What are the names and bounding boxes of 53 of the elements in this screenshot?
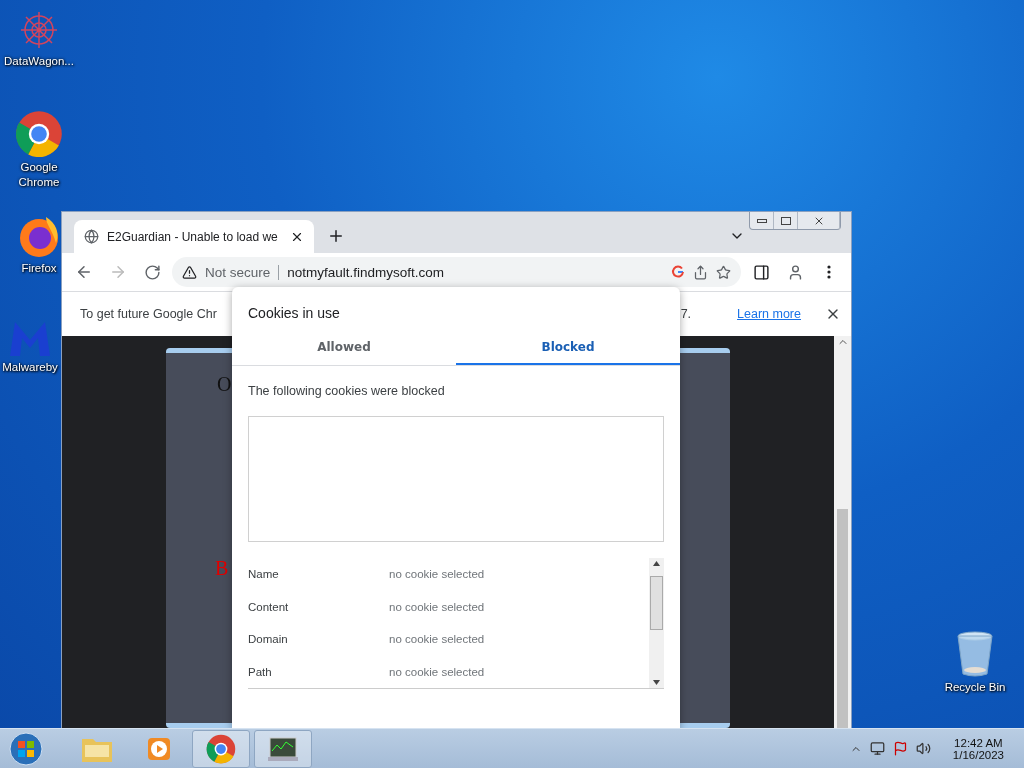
volume-icon[interactable] — [915, 741, 931, 756]
bookmark-star-icon[interactable] — [716, 264, 731, 280]
scroll-up-icon[interactable] — [653, 561, 660, 566]
chrome-logo-icon — [15, 110, 63, 158]
detail-label: Path — [248, 665, 273, 678]
side-panel-icon — [752, 263, 770, 281]
maximize-icon — [780, 216, 791, 225]
page-text: B — [215, 557, 229, 579]
details-scrollbar[interactable] — [649, 558, 664, 688]
page-scrollbar[interactable] — [834, 336, 851, 729]
network-icon[interactable] — [869, 741, 885, 756]
clock[interactable]: 12:42 AM 1/16/2023 — [952, 736, 1004, 761]
url-text: notmyfault.findmysoft.com — [287, 264, 446, 280]
recycle-bin-icon — [955, 630, 995, 678]
resource-monitor-icon — [267, 734, 299, 763]
popup-tab[interactable]: Blocked — [456, 331, 680, 365]
security-label: Not secure — [205, 264, 280, 280]
globe-icon — [84, 229, 99, 244]
browser-tab[interactable]: E2Guardian - Unable to load we — [74, 220, 314, 253]
detail-label: Domain — [248, 633, 289, 646]
chrome-logo-icon — [206, 733, 236, 764]
desktop-icon-label[interactable]: Firefox — [21, 261, 57, 276]
page-text: O — [217, 373, 232, 395]
detail-value: no cookie selected — [389, 600, 485, 613]
warning-icon — [182, 264, 197, 280]
share-icon[interactable] — [693, 264, 708, 280]
desktop-icon-label[interactable]: DataWagon... — [4, 54, 74, 69]
detail-label: Name — [248, 568, 280, 581]
detail-value: no cookie selected — [389, 568, 485, 581]
action-center-flag-icon[interactable] — [892, 741, 908, 756]
infobar-message-end: 7. — [680, 307, 692, 321]
scroll-down-icon[interactable] — [653, 680, 660, 685]
tab-title: E2Guardian - Unable to load we — [107, 229, 279, 244]
taskbar-app-button[interactable] — [192, 729, 250, 768]
menu-icon — [827, 265, 831, 279]
google-g-icon[interactable] — [671, 265, 685, 279]
start-button[interactable] — [6, 729, 46, 768]
detail-label: Content — [248, 600, 290, 613]
taskbar-app-button[interactable] — [254, 729, 312, 768]
reload-icon — [143, 263, 161, 281]
plus-icon — [327, 227, 345, 245]
desktop-icon-label[interactable]: Google Chrome — [18, 160, 60, 190]
address-bar[interactable]: Not secure notmyfault.findmysoft.com — [172, 257, 741, 287]
detail-value: no cookie selected — [389, 633, 485, 646]
blocked-message: The following cookies were blocked — [248, 384, 446, 398]
popup-title: Cookies in use — [248, 305, 341, 321]
infobar-message: To get future Google Chr — [80, 307, 217, 321]
desktop-icon-label[interactable]: Recycle Bin — [944, 680, 1006, 695]
forward-arrow-icon — [109, 263, 127, 281]
detail-value: no cookie selected — [389, 665, 485, 678]
learn-more-link[interactable]: Learn more — [737, 307, 801, 321]
minimize-icon — [756, 218, 767, 223]
desktop-icon-label[interactable]: Malwareby — [2, 360, 58, 375]
